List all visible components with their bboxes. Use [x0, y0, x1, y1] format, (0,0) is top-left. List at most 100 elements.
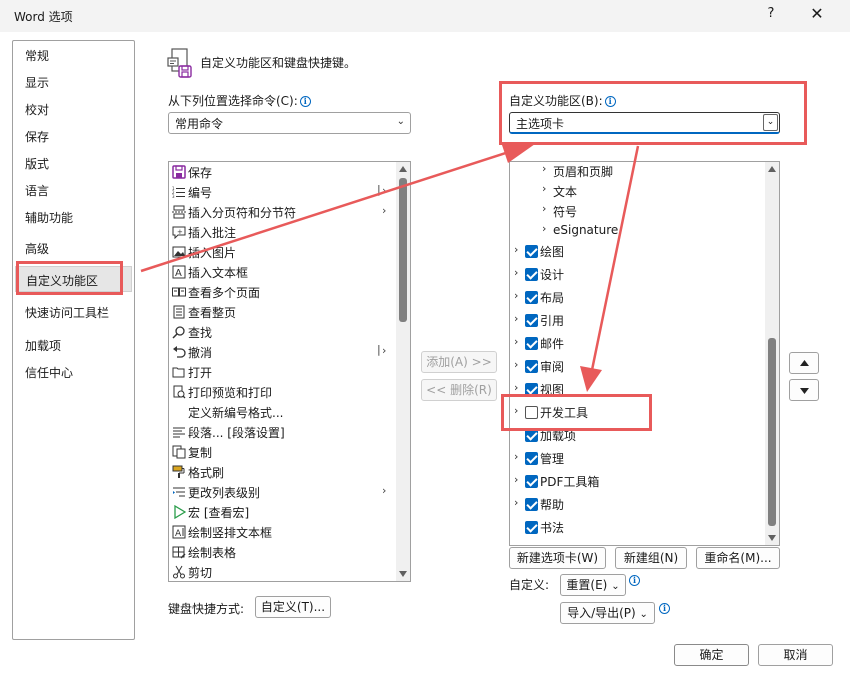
chevron-right-icon[interactable]: › — [542, 162, 546, 175]
command-item[interactable]: 绘制表格 — [169, 542, 396, 562]
cancel-button[interactable]: 取消 — [758, 644, 833, 666]
command-item[interactable]: 更改列表级别 › — [169, 482, 396, 502]
tab-checkbox[interactable] — [525, 337, 538, 350]
nav-item-accessibility[interactable]: 辅助功能 — [25, 209, 73, 226]
customize-shortcuts-button[interactable]: 自定义(T)... — [255, 596, 331, 618]
chevron-right-icon[interactable]: › — [514, 335, 518, 348]
tab-checkbox[interactable] — [525, 360, 538, 373]
help-button[interactable]: ? — [764, 6, 778, 21]
tab-checkbox[interactable] — [525, 245, 538, 258]
ribbon-tree-item[interactable]: › 管理 — [510, 447, 765, 470]
import-export-dropdown-button[interactable]: 导入/导出(P) ⌄ — [560, 602, 655, 624]
command-item[interactable]: 段落... [段落设置] — [169, 422, 396, 442]
close-button[interactable]: ✕ — [806, 4, 828, 23]
scroll-up-icon[interactable] — [768, 166, 776, 172]
remove-button[interactable]: << 删除(R) — [421, 379, 497, 401]
nav-item-customize-ribbon[interactable]: 自定义功能区 — [15, 266, 132, 292]
command-item[interactable]: 保存 — [169, 162, 396, 182]
chevron-right-icon[interactable]: › — [514, 289, 518, 302]
ribbon-tree-item[interactable]: 书法 — [510, 516, 765, 539]
chevron-right-icon[interactable]: › — [542, 222, 546, 235]
nav-item-save[interactable]: 保存 — [25, 128, 49, 145]
command-item[interactable]: + 插入批注 — [169, 222, 396, 242]
chevron-right-icon[interactable]: › — [514, 404, 518, 417]
chevron-right-icon[interactable]: › — [514, 243, 518, 256]
nav-item-layout[interactable]: 版式 — [25, 155, 49, 172]
chevron-right-icon[interactable]: › — [514, 266, 518, 279]
ribbon-tree-item[interactable]: › 审阅 — [510, 355, 765, 378]
command-item[interactable]: 1 2 3 编号 | › — [169, 182, 396, 202]
nav-item-quick-access-toolbar[interactable]: 快速访问工具栏 — [25, 304, 109, 321]
nav-item-trust-center[interactable]: 信任中心 — [25, 364, 73, 381]
chevron-right-icon[interactable]: › — [514, 381, 518, 394]
tab-checkbox[interactable] — [525, 314, 538, 327]
chevron-right-icon[interactable]: › — [542, 182, 546, 195]
choose-commands-dropdown[interactable]: 常用命令 ⌄ — [168, 112, 411, 134]
ribbon-tree-item[interactable]: › PDF工具箱 — [510, 470, 765, 493]
nav-item-display[interactable]: 显示 — [25, 74, 49, 91]
command-item[interactable]: 查找 — [169, 322, 396, 342]
command-item[interactable]: 打印预览和打印 — [169, 382, 396, 402]
ok-button[interactable]: 确定 — [674, 644, 749, 666]
nav-item-proofing[interactable]: 校对 — [25, 101, 49, 118]
chevron-right-icon[interactable]: › — [514, 473, 518, 486]
move-down-button[interactable] — [789, 379, 819, 401]
command-item[interactable]: 复制 — [169, 442, 396, 462]
tab-checkbox[interactable] — [525, 521, 538, 534]
chevron-right-icon[interactable]: › — [542, 202, 546, 215]
ribbon-tree-item[interactable]: › 引用 — [510, 309, 765, 332]
scroll-thumb[interactable] — [768, 338, 776, 526]
command-item[interactable]: 定义新编号格式... — [169, 402, 396, 422]
new-tab-button[interactable]: 新建选项卡(W) — [509, 547, 606, 569]
commands-scrollbar[interactable] — [396, 162, 410, 581]
scroll-thumb[interactable] — [399, 178, 407, 322]
move-up-button[interactable] — [789, 352, 819, 374]
command-item[interactable]: 查看整页 — [169, 302, 396, 322]
customize-ribbon-dropdown[interactable]: 主选项卡 ⌄ — [509, 112, 780, 134]
ribbon-tree-item[interactable]: › 布局 — [510, 286, 765, 309]
chevron-right-icon[interactable]: › — [514, 450, 518, 463]
tab-checkbox[interactable] — [525, 498, 538, 511]
tab-checkbox[interactable] — [525, 291, 538, 304]
tab-checkbox[interactable] — [525, 406, 538, 419]
ribbon-tree-item[interactable]: › 绘图 — [510, 240, 765, 263]
chevron-right-icon[interactable]: › — [514, 312, 518, 325]
tab-checkbox[interactable] — [525, 268, 538, 281]
tab-checkbox[interactable] — [525, 383, 538, 396]
command-item[interactable]: 查看多个页面 — [169, 282, 396, 302]
tab-checkbox[interactable] — [525, 452, 538, 465]
command-item[interactable]: 撤消 | › — [169, 342, 396, 362]
ribbon-tree-item[interactable]: › 邮件 — [510, 332, 765, 355]
command-item[interactable]: 插入图片 — [169, 242, 396, 262]
ribbon-tabs-tree[interactable]: › 页眉和页脚 › 文本 › 符号 › eSignature › 绘图 › 设计 › 布局 › 引用 › 邮件 › 审… — [509, 161, 780, 546]
command-item[interactable]: 格式刷 — [169, 462, 396, 482]
ribbon-tree-item[interactable]: › 开发工具 — [510, 401, 765, 424]
command-item[interactable]: A 绘制竖排文本框 — [169, 522, 396, 542]
new-group-button[interactable]: 新建组(N) — [615, 547, 687, 569]
rename-button[interactable]: 重命名(M)... — [696, 547, 780, 569]
command-item[interactable]: 插入分页符和分节符 › — [169, 202, 396, 222]
reset-dropdown-button[interactable]: 重置(E) ⌄ — [560, 574, 626, 596]
chevron-right-icon[interactable]: › — [514, 358, 518, 371]
nav-item-general[interactable]: 常规 — [25, 47, 49, 64]
ribbon-tree-item[interactable]: › 设计 — [510, 263, 765, 286]
ribbon-tree-scrollbar[interactable] — [765, 162, 779, 545]
chevron-right-icon[interactable]: › — [514, 496, 518, 509]
command-item[interactable]: 剪切 — [169, 562, 396, 581]
command-item[interactable]: 宏 [查看宏] — [169, 502, 396, 522]
ribbon-tree-item[interactable]: 加载项 — [510, 424, 765, 447]
scroll-up-icon[interactable] — [399, 166, 407, 172]
commands-list[interactable]: 保存 1 2 3 编号 | › 插入分页符和分节符 › + 插入批注 插入图片 A 插入文本框 查看多个页面… — [168, 161, 411, 582]
scroll-down-icon[interactable] — [399, 571, 407, 577]
scroll-down-icon[interactable] — [768, 535, 776, 541]
tab-checkbox[interactable] — [525, 475, 538, 488]
nav-item-add-ins[interactable]: 加载项 — [25, 337, 61, 354]
nav-item-advanced[interactable]: 高级 — [25, 240, 49, 257]
command-item[interactable]: A 插入文本框 — [169, 262, 396, 282]
command-item[interactable]: 打开 — [169, 362, 396, 382]
ribbon-tree-item[interactable]: › 视图 — [510, 378, 765, 401]
add-button[interactable]: 添加(A) >> — [421, 351, 497, 373]
tab-checkbox[interactable] — [525, 429, 538, 442]
nav-item-language[interactable]: 语言 — [25, 182, 49, 199]
ribbon-tree-item[interactable]: › 帮助 — [510, 493, 765, 516]
